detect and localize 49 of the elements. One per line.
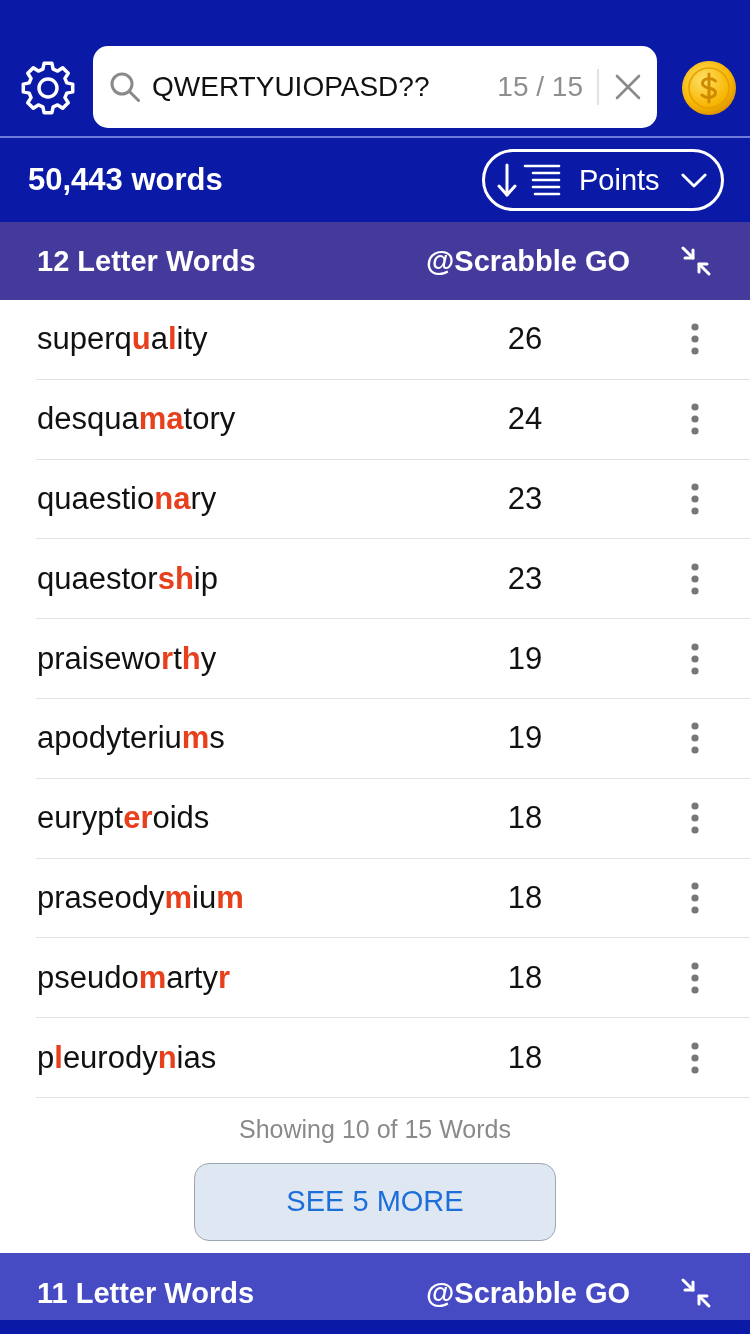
points-value: 18 (506, 959, 544, 996)
source-label: @Scrabble GO (426, 244, 630, 278)
word-text: praseodymium (36, 879, 245, 916)
word-text: eurypteroids (36, 800, 211, 837)
points-value: 19 (506, 640, 544, 677)
points-value: 23 (506, 560, 544, 597)
sort-icon (497, 163, 561, 197)
clear-icon[interactable] (615, 74, 641, 100)
search-input[interactable]: QWERTYUIOPASD?? (152, 67, 488, 107)
match-count: 15 / 15 (497, 71, 583, 103)
search-icon (110, 72, 140, 102)
word-text: pleurodynias (36, 1039, 218, 1076)
more-icon[interactable] (691, 323, 699, 356)
results-summary: Showing 10 of 15 Words (239, 1113, 511, 1144)
search-field[interactable]: QWERTYUIOPASD?? 15 / 15 (93, 46, 657, 128)
word-text: apodyteriums (36, 720, 226, 757)
points-value: 24 (506, 401, 544, 438)
points-value: 26 (506, 321, 544, 358)
see-more-button[interactable]: SEE 5 MORE (194, 1162, 556, 1241)
word-text: pseudomartyr (36, 959, 232, 996)
more-icon[interactable] (691, 483, 699, 515)
coin-icon[interactable] (681, 60, 737, 116)
points-value: 18 (506, 800, 544, 837)
points-value: 18 (506, 879, 544, 916)
more-icon[interactable] (691, 403, 699, 436)
source-label: @Scrabble GO (426, 1276, 630, 1310)
more-icon[interactable] (691, 722, 699, 755)
word-text: desquamatory (36, 401, 237, 438)
more-icon[interactable] (691, 642, 699, 675)
word-text: praiseworthy (36, 640, 218, 677)
points-value: 18 (506, 1039, 544, 1076)
chevron-down-icon (681, 172, 707, 188)
word-text: quaestorship (36, 560, 219, 597)
section-title: 11 Letter Words (37, 1276, 256, 1310)
word-text: quaestionary (36, 481, 218, 517)
word-text: superquality (36, 321, 209, 358)
more-icon[interactable] (691, 881, 699, 914)
points-value: 19 (506, 720, 544, 757)
sort-button[interactable]: Points (482, 149, 724, 211)
settings-icon[interactable] (20, 60, 76, 116)
collapse-icon[interactable] (680, 1277, 712, 1310)
more-icon[interactable] (691, 961, 699, 994)
points-value: 23 (506, 481, 544, 517)
word-count: 50,443 words (28, 162, 223, 198)
more-icon[interactable] (691, 802, 699, 835)
more-icon[interactable] (691, 562, 699, 595)
more-icon[interactable] (691, 1041, 699, 1074)
section-title: 12 Letter Words (37, 244, 257, 278)
collapse-icon[interactable] (680, 245, 712, 277)
